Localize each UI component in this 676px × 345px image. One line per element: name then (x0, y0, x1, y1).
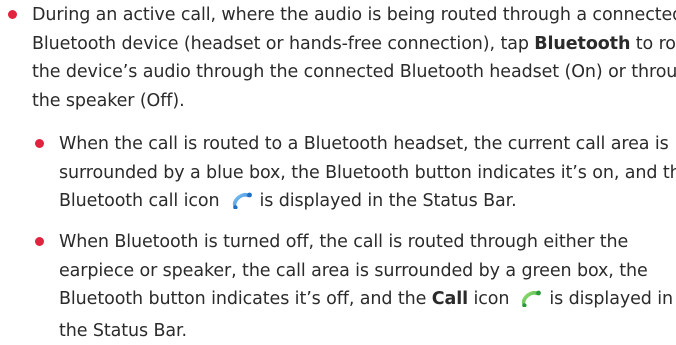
text-segment: Bluetooth call icon (59, 191, 220, 211)
bullet-icon (35, 237, 44, 246)
bluetooth-button-label: Bluetooth (534, 34, 630, 54)
text-segment: surrounded by a blue box, the Bluetooth … (59, 163, 676, 183)
text-line: During an active call, where the audio i… (32, 1, 676, 30)
text-line: the device’s audio through the connected… (32, 58, 676, 87)
call-icon (519, 288, 543, 317)
text-line: Bluetooth button indicates it’s off, and… (59, 285, 673, 317)
text-line: When the call is routed to a Bluetooth h… (59, 130, 676, 159)
text-line: Bluetooth call icon is displayed in the S… (59, 187, 676, 219)
text-segment: the Status Bar. (59, 321, 187, 341)
text-line: surrounded by a blue box, the Bluetooth … (59, 159, 676, 188)
text-line: the speaker (Off). (32, 87, 676, 116)
text-segment: is displayed in (549, 289, 673, 309)
text-line: the Status Bar. (59, 317, 673, 345)
text-segment: Bluetooth device (headset or hands-free … (32, 34, 534, 54)
text-segment: the speaker (Off). (32, 91, 185, 111)
bluetooth-call-icon (230, 190, 254, 219)
text-line: Bluetooth device (headset or hands-free … (32, 30, 676, 59)
text-segment: the device’s audio through the connected… (32, 62, 676, 82)
instruction-list: During an active call, where the audio i… (0, 0, 676, 336)
bullet-icon (8, 10, 17, 19)
list-item: When Bluetooth is turned off, the call i… (59, 228, 673, 345)
text-segment: earpiece or speaker, the call area is su… (59, 261, 648, 281)
list-item: When the call is routed to a Bluetooth h… (59, 130, 676, 219)
text-line: When Bluetooth is turned off, the call i… (59, 228, 673, 257)
call-label: Call (432, 289, 468, 309)
bullet-icon (35, 139, 44, 148)
text-segment: During an active call, where the audio i… (32, 5, 676, 25)
text-line: earpiece or speaker, the call area is su… (59, 257, 673, 286)
text-segment: icon (468, 289, 509, 309)
text-segment: When Bluetooth is turned off, the call i… (59, 232, 628, 252)
list-item: During an active call, where the audio i… (32, 1, 676, 115)
text-segment: to route (630, 34, 676, 54)
text-segment: Bluetooth button indicates it’s off, and… (59, 289, 432, 309)
text-segment: is displayed in the Status Bar. (260, 191, 517, 211)
text-segment: When the call is routed to a Bluetooth h… (59, 134, 669, 154)
